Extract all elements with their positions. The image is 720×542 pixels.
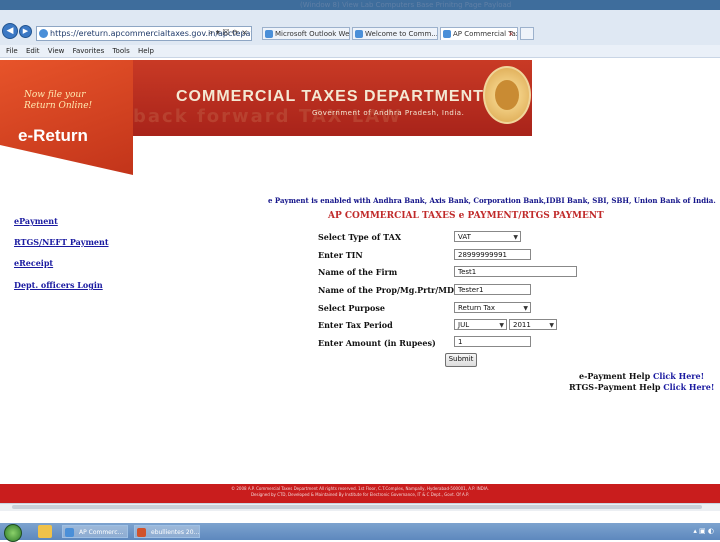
folder-icon[interactable]: [38, 525, 52, 538]
tin-input[interactable]: 28999999991: [454, 249, 531, 260]
new-tab-button[interactable]: [520, 27, 534, 40]
ie-page-icon: [355, 30, 363, 38]
tax-period-label: Enter Tax Period: [318, 320, 393, 330]
government-emblem-icon: [483, 66, 531, 124]
menu-edit[interactable]: Edit: [26, 45, 40, 57]
prop-name-input[interactable]: Tester1: [454, 284, 531, 295]
form-title: AP COMMERCIAL TAXES e PAYMENT/RTGS PAYME…: [328, 211, 604, 221]
amount-label: Enter Amount (in Rupees): [318, 338, 436, 348]
slide-caption: (Window 8) View Lab Computers Base Prini…: [300, 1, 512, 9]
page-subtitle: Government of Andhra Pradesh, India.: [312, 109, 465, 117]
epayment-help: e-Payment Help Click Here!: [579, 371, 705, 381]
outlook-icon: [265, 30, 273, 38]
prop-name-label: Name of the Prop/Mg.Prtr/MD: [318, 285, 454, 295]
ie-icon: [65, 528, 74, 537]
sidebar-link-rtgs-neft[interactable]: RTGS/NEFT Payment: [14, 237, 109, 247]
sidebar-link-ereceipt[interactable]: eReceipt: [14, 258, 53, 268]
chevron-down-icon: ▼: [523, 305, 528, 312]
tab-ap-commercial-taxes[interactable]: AP Commercial Taxes×: [440, 27, 518, 40]
tab-welcome[interactable]: Welcome to Comm...: [352, 27, 438, 40]
tax-period-year-select[interactable]: 2011 ▼: [509, 319, 557, 330]
windows-taskbar: AP Commerc... ebullientes 20... ▴ ▣ ◐: [0, 523, 720, 542]
chevron-down-icon: ▼: [499, 322, 504, 329]
tagline: Now file your Return Online!: [24, 90, 93, 111]
address-bar-icons[interactable]: ⌕ ▾ ☒ ⟳ ×: [198, 26, 248, 39]
bank-notice: e Payment is enabled with Andhra Bank, A…: [268, 196, 716, 205]
epayment-help-link[interactable]: Click Here!: [653, 371, 704, 381]
menu-file[interactable]: File: [6, 45, 18, 57]
rtgs-help-link[interactable]: Click Here!: [663, 382, 714, 392]
page-title: COMMERCIAL TAXES DEPARTMENT: [176, 88, 484, 105]
horizontal-scrollbar[interactable]: [0, 503, 720, 511]
tax-type-select[interactable]: VAT ▼: [454, 231, 521, 242]
chevron-down-icon: ▼: [513, 234, 518, 241]
tin-label: Enter TIN: [318, 250, 363, 260]
system-tray[interactable]: ▴ ▣ ◐: [580, 523, 720, 540]
tab-outlook[interactable]: Microsoft Outlook Web...: [262, 27, 350, 40]
purpose-select[interactable]: Return Tax ▼: [454, 302, 531, 313]
amount-input[interactable]: 1: [454, 336, 531, 347]
submit-button[interactable]: Submit: [445, 353, 477, 367]
footer-credits: Designed by CTD, Developed & Maintained …: [250, 492, 470, 497]
browser-toolbar: ◀ ▶ https://ereturn.apcommercialtaxes.go…: [0, 10, 720, 45]
scrollbar-thumb[interactable]: [12, 505, 702, 509]
menu-help[interactable]: Help: [138, 45, 154, 57]
taskbar-item-powerpoint[interactable]: ebullientes 20...: [134, 525, 200, 538]
forward-button[interactable]: ▶: [19, 25, 32, 38]
purpose-label: Select Purpose: [318, 303, 385, 313]
rtgs-payment-help: RTGS-Payment Help Click Here!: [569, 382, 715, 392]
start-button[interactable]: [4, 524, 22, 542]
powerpoint-icon: [137, 528, 146, 537]
ereturn-label: e-Return: [18, 126, 88, 145]
sidebar-link-dept-officers-login[interactable]: Dept. officers Login: [14, 280, 103, 290]
chevron-down-icon: ▼: [549, 322, 554, 329]
tax-type-label: Select Type of TAX: [318, 232, 402, 242]
menu-tools[interactable]: Tools: [112, 45, 129, 57]
ereturn-panel: [0, 60, 133, 175]
back-button[interactable]: ◀: [2, 23, 18, 39]
tab-close-icon[interactable]: ×: [508, 28, 514, 40]
tax-period-month-select[interactable]: JUL ▼: [454, 319, 507, 330]
sidebar-link-epayment[interactable]: ePayment: [14, 216, 58, 226]
firm-name-input[interactable]: Test1: [454, 266, 577, 277]
menu-bar: File Edit View Favorites Tools Help: [0, 45, 720, 58]
menu-favorites[interactable]: Favorites: [73, 45, 105, 57]
firm-name-label: Name of the Firm: [318, 267, 398, 277]
menu-view[interactable]: View: [48, 45, 65, 57]
ie-page-icon: [443, 30, 451, 38]
taskbar-item-ap-commercial[interactable]: AP Commerc...: [62, 525, 128, 538]
page-footer: © 2008 A.P. Commercial Taxes Department …: [0, 484, 720, 503]
site-icon: [39, 29, 48, 38]
